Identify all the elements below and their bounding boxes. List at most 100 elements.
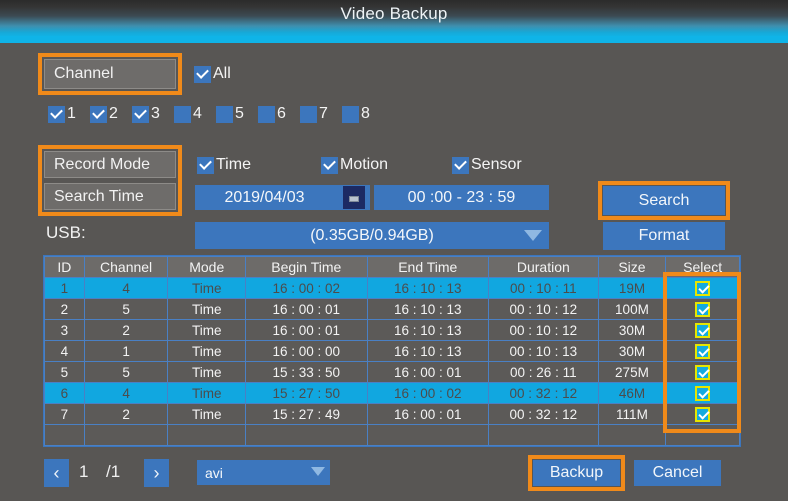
cell-select[interactable] bbox=[665, 403, 740, 425]
cell-end: 16 : 10 : 13 bbox=[366, 340, 490, 362]
cell-select[interactable] bbox=[665, 340, 740, 362]
cell-id: 6 bbox=[44, 382, 85, 404]
channel-4-checkbox-row[interactable]: 4 bbox=[174, 105, 202, 123]
record-mode-motion-checkbox[interactable] bbox=[321, 156, 338, 174]
cell-size: 30M bbox=[597, 340, 667, 362]
row-select-checkbox[interactable] bbox=[695, 385, 711, 401]
cell-id: 4 bbox=[44, 340, 85, 362]
cell-select[interactable] bbox=[665, 319, 740, 341]
cell-begin: 16 : 00 : 01 bbox=[245, 319, 368, 341]
channel-8-checkbox-row[interactable]: 8 bbox=[342, 105, 370, 123]
table-row[interactable]: 3 2 Time 16 : 00 : 01 16 : 10 : 13 00 : … bbox=[44, 319, 740, 341]
record-mode-motion-row[interactable]: Motion bbox=[321, 156, 388, 174]
channel-2-checkbox-row[interactable]: 2 bbox=[90, 105, 118, 123]
row-select-checkbox[interactable] bbox=[695, 280, 711, 296]
format-button[interactable]: Format bbox=[603, 222, 725, 250]
channel-1-checkbox[interactable] bbox=[48, 105, 65, 123]
cell-channel bbox=[83, 424, 169, 446]
table-header-row: ID Channel Mode Begin Time End Time Dura… bbox=[44, 256, 740, 278]
channel-5-checkbox-row[interactable]: 5 bbox=[216, 105, 244, 123]
cell-select[interactable] bbox=[665, 298, 740, 320]
channel-7-label: 7 bbox=[319, 105, 328, 122]
cell-select[interactable] bbox=[665, 361, 740, 383]
record-mode-sensor-row[interactable]: Sensor bbox=[452, 156, 522, 174]
cell-size: 275M bbox=[597, 361, 667, 383]
cell-mode: Time bbox=[167, 319, 247, 341]
record-mode-sensor-label: Sensor bbox=[471, 156, 522, 173]
channel-3-checkbox-row[interactable]: 3 bbox=[132, 105, 160, 123]
cell-end: 16 : 00 : 01 bbox=[366, 403, 490, 425]
cell-channel: 2 bbox=[83, 403, 169, 425]
usb-select[interactable]: (0.35GB/0.94GB) bbox=[195, 222, 549, 249]
table-row[interactable]: 2 5 Time 16 : 00 : 01 16 : 10 : 13 00 : … bbox=[44, 298, 740, 320]
backup-file-table: ID Channel Mode Begin Time End Time Dura… bbox=[43, 255, 741, 447]
usb-chevron-down-icon[interactable] bbox=[524, 230, 542, 241]
channel-6-checkbox[interactable] bbox=[258, 105, 275, 123]
record-mode-time-label: Time bbox=[216, 156, 251, 173]
table-row[interactable]: 6 4 Time 15 : 27 : 50 16 : 00 : 02 00 : … bbox=[44, 382, 740, 404]
channel-8-checkbox[interactable] bbox=[342, 105, 359, 123]
channel-all-checkbox[interactable] bbox=[194, 65, 211, 83]
column-header-begin: Begin Time bbox=[245, 256, 368, 278]
cell-mode: Time bbox=[167, 340, 247, 362]
calendar-icon[interactable] bbox=[343, 186, 365, 209]
table-row[interactable]: 5 5 Time 15 : 33 : 50 16 : 00 : 01 00 : … bbox=[44, 361, 740, 383]
cell-mode bbox=[167, 424, 247, 446]
cell-id: 7 bbox=[44, 403, 85, 425]
row-select-checkbox[interactable] bbox=[695, 364, 711, 380]
channel-all-checkbox-row[interactable]: All bbox=[194, 65, 231, 83]
row-select-checkbox[interactable] bbox=[695, 343, 711, 359]
total-pages-label: /1 bbox=[106, 462, 121, 481]
cell-select[interactable] bbox=[665, 382, 740, 404]
channel-2-checkbox[interactable] bbox=[90, 105, 107, 123]
row-select-checkbox[interactable] bbox=[695, 322, 711, 338]
record-mode-motion-label: Motion bbox=[340, 156, 389, 173]
cell-end: 16 : 00 : 01 bbox=[366, 361, 490, 383]
table-row[interactable]: 1 4 Time 16 : 00 : 02 16 : 10 : 13 00 : … bbox=[44, 277, 740, 299]
next-page-button[interactable]: › bbox=[144, 459, 169, 487]
channel-5-checkbox[interactable] bbox=[216, 105, 233, 123]
channel-6-checkbox-row[interactable]: 6 bbox=[258, 105, 286, 123]
cell-duration: 00 : 10 : 12 bbox=[488, 298, 599, 320]
channel-3-checkbox[interactable] bbox=[132, 105, 149, 123]
cell-size: 19M bbox=[597, 277, 667, 299]
channel-7-checkbox-row[interactable]: 7 bbox=[300, 105, 328, 123]
cell-begin: 15 : 33 : 50 bbox=[245, 361, 368, 383]
channel-1-checkbox-row[interactable]: 1 bbox=[48, 105, 76, 123]
cell-channel: 4 bbox=[83, 277, 169, 299]
table-row-empty bbox=[44, 424, 740, 446]
channel-3-label: 3 bbox=[151, 105, 160, 122]
column-header-select: Select bbox=[665, 256, 740, 278]
cell-id bbox=[44, 424, 85, 446]
cell-size bbox=[597, 424, 667, 446]
table-row[interactable]: 4 1 Time 16 : 00 : 00 16 : 10 : 13 00 : … bbox=[44, 340, 740, 362]
cell-end: 16 : 10 : 13 bbox=[366, 319, 490, 341]
row-select-checkbox[interactable] bbox=[695, 301, 711, 317]
column-header-id: ID bbox=[44, 256, 85, 278]
channel-4-checkbox[interactable] bbox=[174, 105, 191, 123]
cell-mode: Time bbox=[167, 361, 247, 383]
cell-size: 100M bbox=[597, 298, 667, 320]
search-button[interactable]: Search bbox=[603, 186, 725, 215]
channel-all-label: All bbox=[213, 65, 231, 82]
cell-duration bbox=[488, 424, 599, 446]
cell-size: 30M bbox=[597, 319, 667, 341]
cell-mode: Time bbox=[167, 298, 247, 320]
prev-page-button[interactable]: ‹ bbox=[44, 459, 69, 487]
format-chevron-down-icon[interactable] bbox=[311, 467, 325, 476]
search-time-range-field[interactable]: 00 :00 - 23 : 59 bbox=[374, 185, 549, 210]
channel-7-checkbox[interactable] bbox=[300, 105, 317, 123]
record-mode-time-checkbox[interactable] bbox=[197, 156, 214, 174]
backup-button[interactable]: Backup bbox=[533, 460, 620, 486]
row-select-checkbox[interactable] bbox=[695, 406, 711, 422]
column-header-duration: Duration bbox=[488, 256, 599, 278]
cancel-button[interactable]: Cancel bbox=[634, 460, 721, 486]
cell-mode: Time bbox=[167, 382, 247, 404]
cell-end: 16 : 00 : 02 bbox=[366, 382, 490, 404]
cell-begin: 16 : 00 : 02 bbox=[245, 277, 368, 299]
record-mode-sensor-checkbox[interactable] bbox=[452, 156, 469, 174]
cell-select[interactable] bbox=[665, 277, 740, 299]
column-header-channel: Channel bbox=[83, 256, 169, 278]
table-row[interactable]: 7 2 Time 15 : 27 : 49 16 : 00 : 01 00 : … bbox=[44, 403, 740, 425]
record-mode-time-row[interactable]: Time bbox=[197, 156, 251, 174]
